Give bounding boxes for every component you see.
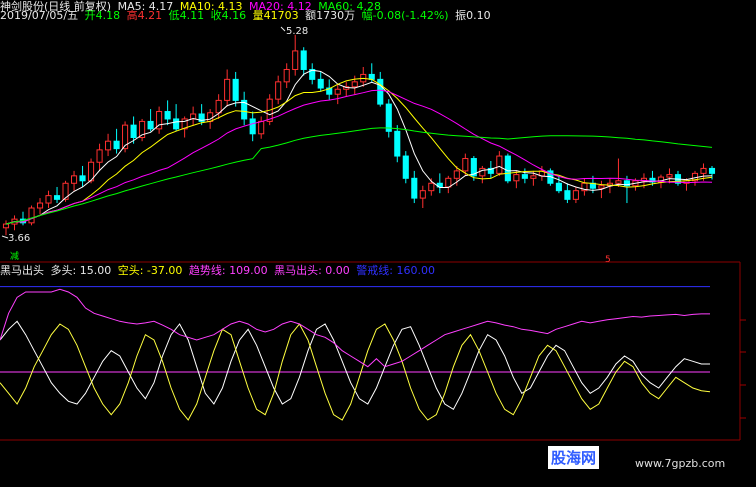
candle-body <box>232 78 239 101</box>
candle-body <box>385 103 392 132</box>
candle-body <box>419 190 426 199</box>
watermark-url: www.7gpzb.com <box>635 457 726 470</box>
quote-date: 2019/07/05/五 <box>0 9 79 22</box>
indicator-warn: 警戒线: 160.00 <box>356 264 435 277</box>
candle-body <box>258 120 265 135</box>
candle-body <box>708 167 716 174</box>
candle-body <box>351 81 358 88</box>
quote-amplitude: 振0.10 <box>455 9 491 22</box>
quote-low: 低4.11 <box>168 9 205 22</box>
candle-body <box>615 180 622 184</box>
quote-high: 高4.21 <box>126 9 163 22</box>
candle-body <box>2 223 10 229</box>
candle-body <box>368 73 375 80</box>
quote-amount: 额1730万 <box>305 9 356 22</box>
candle-body <box>130 124 137 138</box>
candle-body <box>428 182 435 192</box>
candle-body <box>453 170 460 179</box>
candle-body <box>105 140 112 151</box>
watermark-logo: 股海网 <box>548 446 600 469</box>
header-quote-row: 2019/07/05/五 开4.18 高4.21 低4.11 收4.16 量41… <box>0 9 494 22</box>
candle-body <box>215 99 222 114</box>
candle-body <box>513 174 520 182</box>
candle-body <box>113 140 120 150</box>
candle-body <box>28 207 35 224</box>
indicator-header-row: 黑马出头 多头: 15.00 空头: -37.00 趋势线: 109.00 黑马… <box>0 264 438 277</box>
candle-body <box>249 118 256 135</box>
candle-body <box>700 167 707 174</box>
signal-mark-label: 5 <box>605 255 611 265</box>
quote-close: 收4.16 <box>210 9 247 22</box>
candle-body <box>394 130 401 157</box>
indicator-bull: 多头: 15.00 <box>50 264 112 277</box>
candle-body <box>283 68 290 83</box>
candle-body <box>479 167 486 177</box>
indicator-name: 黑马出头 <box>0 264 44 277</box>
candle-body <box>317 78 324 89</box>
high-price-label: 5.28 <box>286 26 308 37</box>
candle-body <box>666 174 673 178</box>
stock-chart[interactable]: 5.28 3.66 减 5 <box>0 0 756 487</box>
candle-body <box>555 182 562 192</box>
candle-body <box>224 78 231 101</box>
occlusion-bottom-middle <box>183 222 573 262</box>
quote-change: 幅-0.08(-1.42%) <box>361 9 449 22</box>
candle-body <box>45 195 52 204</box>
candle-body <box>36 202 44 209</box>
candle-body <box>530 175 537 179</box>
candle-body <box>147 120 154 130</box>
candle-body <box>496 155 503 174</box>
low-price-label: 3.66 <box>8 233 30 244</box>
quote-volume: 量41703 <box>252 9 299 22</box>
candle-body <box>445 177 452 188</box>
candle-body <box>96 149 103 163</box>
indicator-trend: 趋势线: 109.00 <box>188 264 268 277</box>
candle-body <box>53 195 61 200</box>
candle-body <box>164 111 171 120</box>
candle-body <box>275 81 282 100</box>
indicator-bear: 空头: -37.00 <box>117 264 183 277</box>
candle-body <box>292 50 299 70</box>
candle-body <box>411 177 418 199</box>
candle-body <box>402 155 409 179</box>
candle-body <box>598 185 605 189</box>
candle-body <box>334 88 341 95</box>
candle-body <box>462 158 469 172</box>
low-mark-label: 减 <box>10 250 19 262</box>
candle-body <box>572 190 579 200</box>
indicator-signal: 黑马出头: 0.00 <box>274 264 350 277</box>
candle-body <box>79 175 86 182</box>
candle-body <box>173 118 180 130</box>
candle-body <box>521 174 528 179</box>
candle-body <box>564 190 571 200</box>
candle-body <box>70 175 78 184</box>
candle-body <box>504 155 511 182</box>
quote-open: 开4.18 <box>84 9 121 22</box>
candle-body <box>300 50 307 70</box>
